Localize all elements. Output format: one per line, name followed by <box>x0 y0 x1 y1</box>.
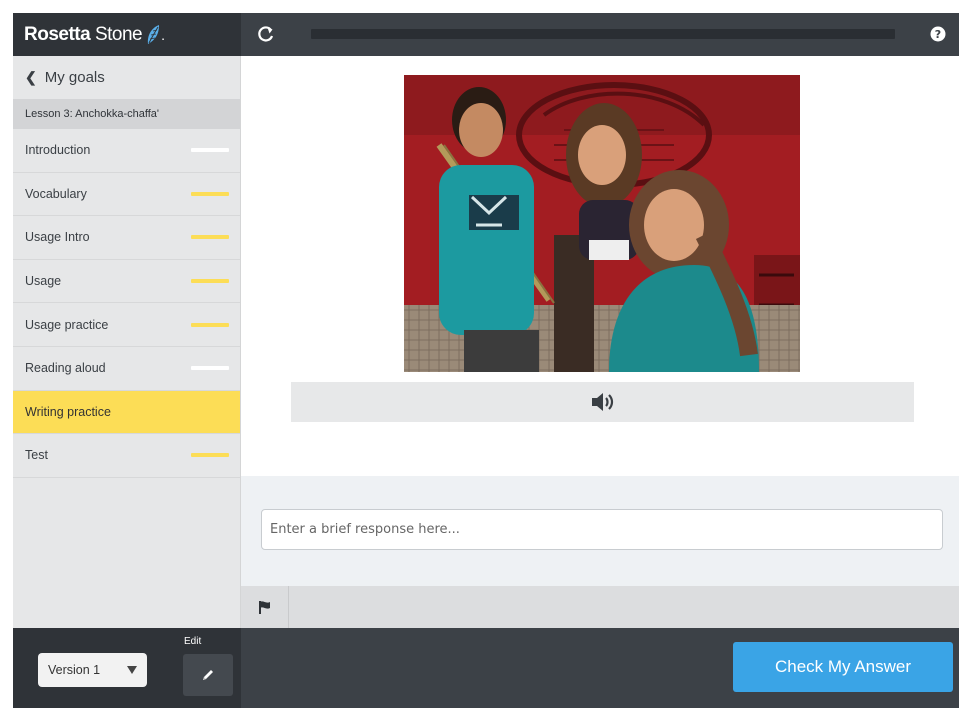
refresh-icon <box>258 26 274 42</box>
back-to-goals-link[interactable]: ❮ My goals <box>13 56 240 99</box>
sidebar-item-label: Writing practice <box>25 404 111 419</box>
sidebar-item-label: Usage <box>25 274 62 289</box>
sidebar-item-usage-practice[interactable]: Usage practice <box>13 303 240 347</box>
sidebar-item-label: Usage Intro <box>25 230 90 245</box>
progress-indicator <box>191 235 229 240</box>
report-flag-button[interactable] <box>241 586 289 628</box>
exercise-photo <box>404 75 800 372</box>
sidebar-item-label: Introduction <box>25 143 91 158</box>
help-button[interactable]: ? <box>928 24 948 44</box>
brand-dot: . <box>161 26 165 43</box>
leaf-icon <box>147 24 160 44</box>
sidebar-item-usage-intro[interactable]: Usage Intro <box>13 216 240 260</box>
svg-text:?: ? <box>935 28 941 41</box>
progress-indicator <box>191 322 229 327</box>
goals-link-label: My goals <box>44 69 105 86</box>
edit-button[interactable] <box>183 654 233 696</box>
pencil-icon <box>203 670 213 680</box>
chevron-left-icon: ❮ <box>25 69 37 85</box>
progress-indicator <box>191 148 229 153</box>
sidebar-item-usage[interactable]: Usage <box>13 260 240 304</box>
play-audio-button[interactable] <box>291 382 914 422</box>
check-answer-button[interactable]: Check My Answer <box>733 642 953 692</box>
version-select[interactable]: Version 1 <box>38 653 147 687</box>
sidebar-item-writing-practice[interactable]: Writing practice <box>13 390 240 435</box>
bottom-bar: Version 1 Edit Check My Answer <box>13 628 959 708</box>
flag-strip <box>241 586 959 628</box>
flag-icon <box>258 601 270 614</box>
sidebar-item-reading-aloud[interactable]: Reading aloud <box>13 347 240 391</box>
sidebar-item-label: Reading aloud <box>25 361 106 376</box>
speaker-icon <box>591 393 613 411</box>
version-select-value: Version 1 <box>48 663 101 677</box>
sidebar: ❮ My goals Lesson 3: Anchokka-chaffa' In… <box>13 56 241 628</box>
sidebar-item-vocabulary[interactable]: Vocabulary <box>13 173 240 217</box>
answer-area <box>241 476 959 586</box>
edit-label: Edit <box>184 636 202 647</box>
top-bar: Rosetta Stone . ? <box>13 13 959 56</box>
lesson-title: Lesson 3: Anchokka-chaffa' <box>13 99 240 129</box>
progress-bar <box>311 29 895 39</box>
logo: Rosetta Stone . <box>13 13 241 56</box>
sidebar-item-test[interactable]: Test <box>13 434 240 478</box>
response-input[interactable] <box>261 509 943 550</box>
app-window: Rosetta Stone . ? ❮ My goals Lesson 3: A… <box>13 13 959 708</box>
help-icon: ? <box>930 26 946 42</box>
brand-logo-text: Rosetta Stone <box>24 23 143 45</box>
sidebar-item-label: Test <box>25 448 48 463</box>
sidebar-item-label: Usage practice <box>25 317 109 332</box>
progress-indicator <box>191 366 229 371</box>
sidebar-item-introduction[interactable]: Introduction <box>13 129 240 173</box>
sidebar-item-label: Vocabulary <box>25 186 87 201</box>
progress-indicator <box>191 191 229 196</box>
refresh-button[interactable] <box>253 21 279 47</box>
exercise-panel <box>241 56 959 476</box>
caret-down-icon <box>127 666 137 674</box>
family-photo-illustration <box>404 75 800 372</box>
bottom-left-panel: Version 1 Edit <box>13 628 241 708</box>
progress-indicator <box>191 279 229 284</box>
progress-indicator <box>191 453 229 458</box>
